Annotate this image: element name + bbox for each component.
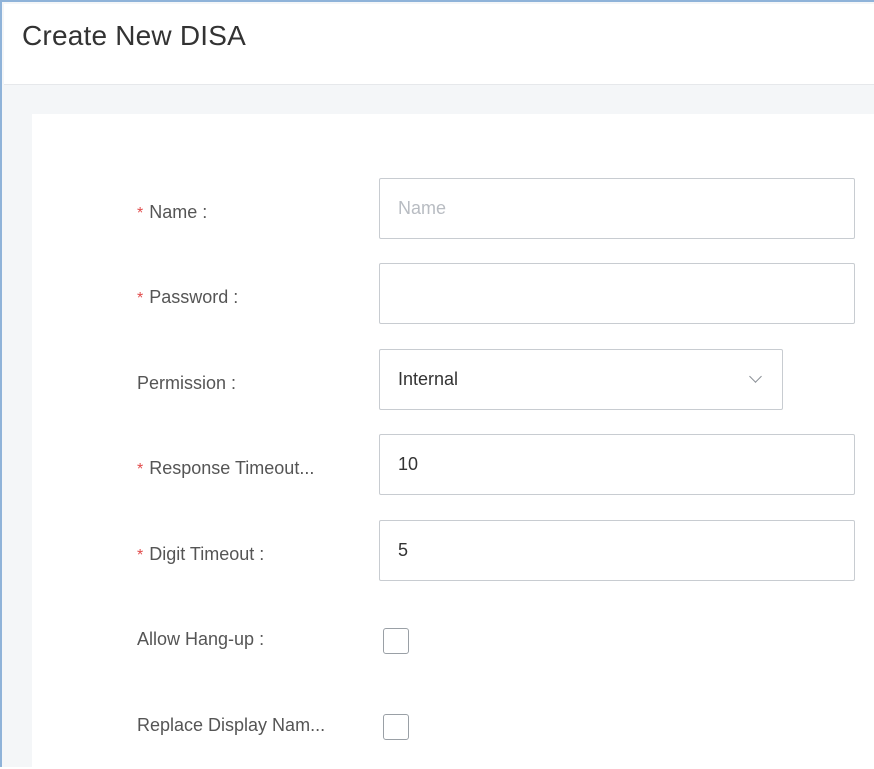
password-label: * Password : (137, 287, 239, 307)
digit-timeout-label: * Digit Timeout : (137, 544, 265, 564)
digit-timeout-input[interactable] (379, 520, 855, 581)
dialog-header: Create New DISA (4, 4, 874, 85)
allow-hangup-checkbox[interactable] (383, 628, 409, 654)
replace-display-name-label: Replace Display Nam... (137, 715, 326, 735)
page-title: Create New DISA (22, 20, 246, 51)
required-marker: * (137, 205, 144, 222)
permission-select[interactable]: Internal (379, 349, 783, 410)
permission-label: Permission : (137, 373, 237, 393)
response-timeout-label: * Response Timeout... (137, 458, 315, 478)
required-marker: * (137, 290, 144, 307)
password-input[interactable] (379, 263, 855, 324)
name-label: * Name : (137, 202, 208, 222)
form-panel: *Name : *Password : Permission : Interna… (32, 114, 874, 769)
required-marker: * (137, 461, 144, 478)
permission-selected-value: Internal (398, 369, 459, 389)
name-input[interactable] (379, 178, 855, 239)
replace-display-name-checkbox[interactable] (383, 714, 409, 740)
chevron-down-icon (749, 370, 762, 383)
dialog-frame: Create New DISA *Name : *Password : Perm… (0, 0, 874, 769)
required-marker: * (137, 547, 144, 564)
allow-hangup-label: Allow Hang-up : (137, 629, 265, 649)
response-timeout-input[interactable] (379, 434, 855, 495)
